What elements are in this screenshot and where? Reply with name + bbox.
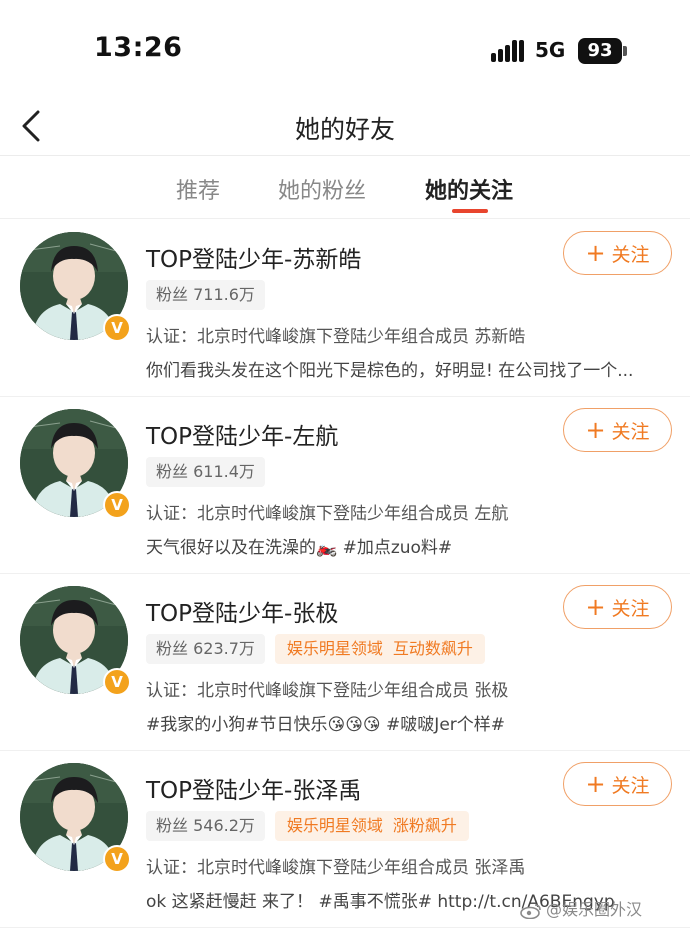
follow-label: 关注 [611, 420, 650, 443]
plus-icon: + [585, 593, 606, 621]
list-item[interactable]: V TOP登陆少年-苏新皓 粉丝 711.6万 认证：北京时代峰峻旗下登陆少年组… [0, 220, 690, 397]
plus-icon: + [585, 770, 606, 798]
verified-badge-icon: V [103, 491, 131, 519]
rank-tag-label: 互动数飙升 [392, 639, 473, 658]
tab-active-indicator [452, 209, 488, 213]
tab-her-following[interactable]: 她的关注 [425, 173, 513, 205]
fans-count: 粉丝 623.7万 [146, 634, 265, 664]
signal-icon [491, 40, 525, 62]
battery-cap [623, 46, 627, 56]
fans-count: 粉丝 711.6万 [146, 280, 265, 310]
verified-badge-icon: V [103, 314, 131, 342]
tab-bar: 推荐 她的粉丝 她的关注 [0, 157, 690, 219]
follow-label: 关注 [611, 774, 650, 797]
list-item[interactable]: V TOP登陆少年-左航 粉丝 611.4万 认证：北京时代峰峻旗下登陆少年组合… [0, 397, 690, 574]
user-name[interactable]: TOP登陆少年-左航 [146, 417, 338, 451]
verification-text: 认证：北京时代峰峻旗下登陆少年组合成员 苏新皓 [146, 327, 526, 347]
verification-text: 认证：北京时代峰峻旗下登陆少年组合成员 张泽禹 [146, 858, 526, 878]
watermark-text: @娱乐圈外汉 [546, 900, 643, 919]
verification-text: 认证：北京时代峰峻旗下登陆少年组合成员 左航 [146, 504, 509, 524]
user-tags: 粉丝 711.6万 [146, 280, 265, 310]
latest-post-text[interactable]: #我家的小狗#节日快乐😘😘😘 #啵啵Jer个样# [146, 710, 662, 735]
user-tags: 粉丝 611.4万 [146, 457, 265, 487]
follow-button[interactable]: + 关注 [563, 585, 672, 629]
user-name[interactable]: TOP登陆少年-张极 [146, 594, 338, 628]
user-tags: 粉丝 546.2万 娱乐明星领域 涨粉飙升 [146, 811, 469, 841]
tab-her-fans[interactable]: 她的粉丝 [278, 173, 366, 205]
follow-button[interactable]: + 关注 [563, 762, 672, 806]
page-title: 她的好友 [294, 115, 395, 144]
follow-label: 关注 [611, 243, 650, 266]
fans-count: 粉丝 546.2万 [146, 811, 265, 841]
verified-badge-icon: V [103, 845, 131, 873]
watermark: @娱乐圈外汉 [520, 896, 642, 920]
user-list: V TOP登陆少年-苏新皓 粉丝 711.6万 认证：北京时代峰峻旗下登陆少年组… [0, 220, 690, 928]
network-type: 5G [535, 38, 566, 62]
plus-icon: + [585, 239, 606, 267]
rank-tag[interactable]: 娱乐明星领域 互动数飙升 [274, 634, 485, 664]
plus-icon: + [585, 416, 606, 444]
latest-post-text[interactable]: 天气很好以及在洗澡的🏍️ #加点zuo料# [146, 533, 662, 558]
follow-button[interactable]: + 关注 [563, 231, 672, 275]
rank-tag-label: 涨粉飙升 [392, 816, 457, 835]
verified-badge-icon: V [103, 668, 131, 696]
user-name[interactable]: TOP登陆少年-苏新皓 [146, 240, 361, 274]
nav-header: 她的好友 [0, 100, 690, 156]
rank-tag[interactable]: 娱乐明星领域 涨粉飙升 [274, 811, 469, 841]
verification-text: 认证：北京时代峰峻旗下登陆少年组合成员 张极 [146, 681, 509, 701]
rank-tag-label: 娱乐明星领域 [286, 639, 383, 658]
follow-label: 关注 [611, 597, 650, 620]
latest-post-text[interactable]: 你们看我头发在这个阳光下是棕色的，好明显! 在公司找了一个... [146, 356, 662, 381]
battery-icon: 93 [578, 38, 622, 64]
weibo-logo-icon [520, 903, 541, 919]
list-item[interactable]: V TOP登陆少年-张极 粉丝 623.7万 娱乐明星领域 互动数飙升 认证：北京… [0, 574, 690, 751]
tab-recommend[interactable]: 推荐 [176, 173, 220, 205]
status-bar: 13:26 5G 93 [0, 0, 690, 100]
fans-count: 粉丝 611.4万 [146, 457, 265, 487]
user-name[interactable]: TOP登陆少年-张泽禹 [146, 771, 361, 805]
status-time: 13:26 [94, 32, 183, 63]
rank-tag-label: 娱乐明星领域 [286, 816, 383, 835]
user-tags: 粉丝 623.7万 娱乐明星领域 互动数飙升 [146, 634, 485, 664]
follow-button[interactable]: + 关注 [563, 408, 672, 452]
